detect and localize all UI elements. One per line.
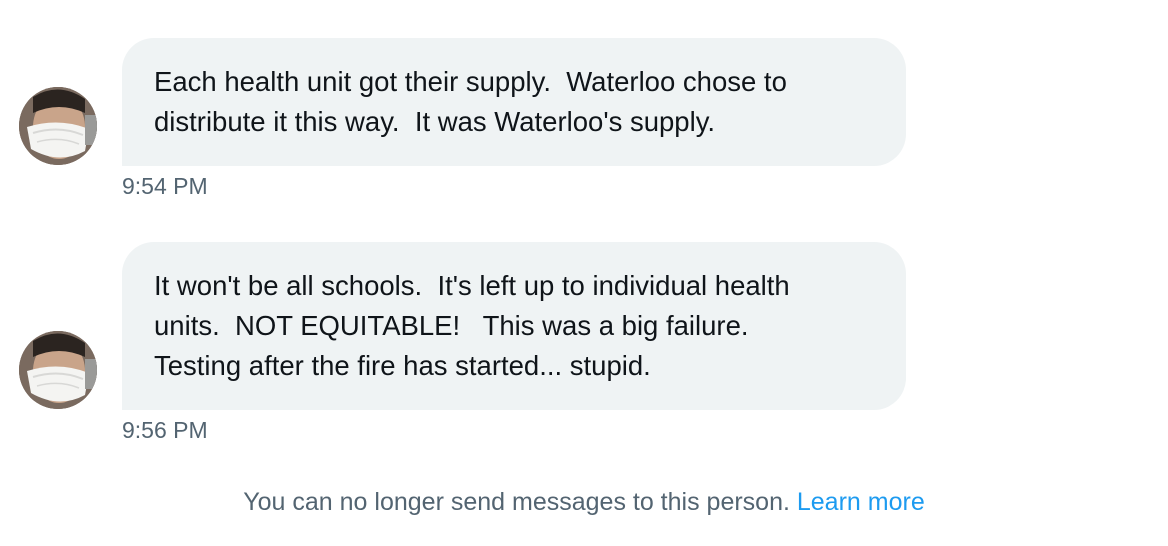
user-avatar-masked-icon xyxy=(19,87,97,165)
sender-avatar[interactable] xyxy=(19,87,97,165)
message-text-line: units. NOT EQUITABLE! This was a big fai… xyxy=(154,310,749,341)
message-text-line: distribute it this way. It was Waterloo'… xyxy=(154,106,716,137)
notice-text: You can no longer send messages to this … xyxy=(243,488,790,516)
message-text-line: Testing after the fire has started... st… xyxy=(154,350,651,381)
message-timestamp: 9:54 PM xyxy=(122,173,208,199)
message-text-line: It won't be all schools. It's left up to… xyxy=(154,270,790,301)
message-bubble[interactable]: It won't be all schools. It's left up to… xyxy=(122,242,906,410)
message-timestamp: 9:56 PM xyxy=(122,417,208,443)
message-text-line: Each health unit got their supply. Water… xyxy=(154,66,787,97)
conversation-disabled-notice: You can no longer send messages to this … xyxy=(0,486,1168,518)
user-avatar-masked-icon xyxy=(19,331,97,409)
learn-more-link[interactable]: Learn more xyxy=(797,488,925,516)
sender-avatar[interactable] xyxy=(19,331,97,409)
message-bubble[interactable]: Each health unit got their supply. Water… xyxy=(122,38,906,166)
